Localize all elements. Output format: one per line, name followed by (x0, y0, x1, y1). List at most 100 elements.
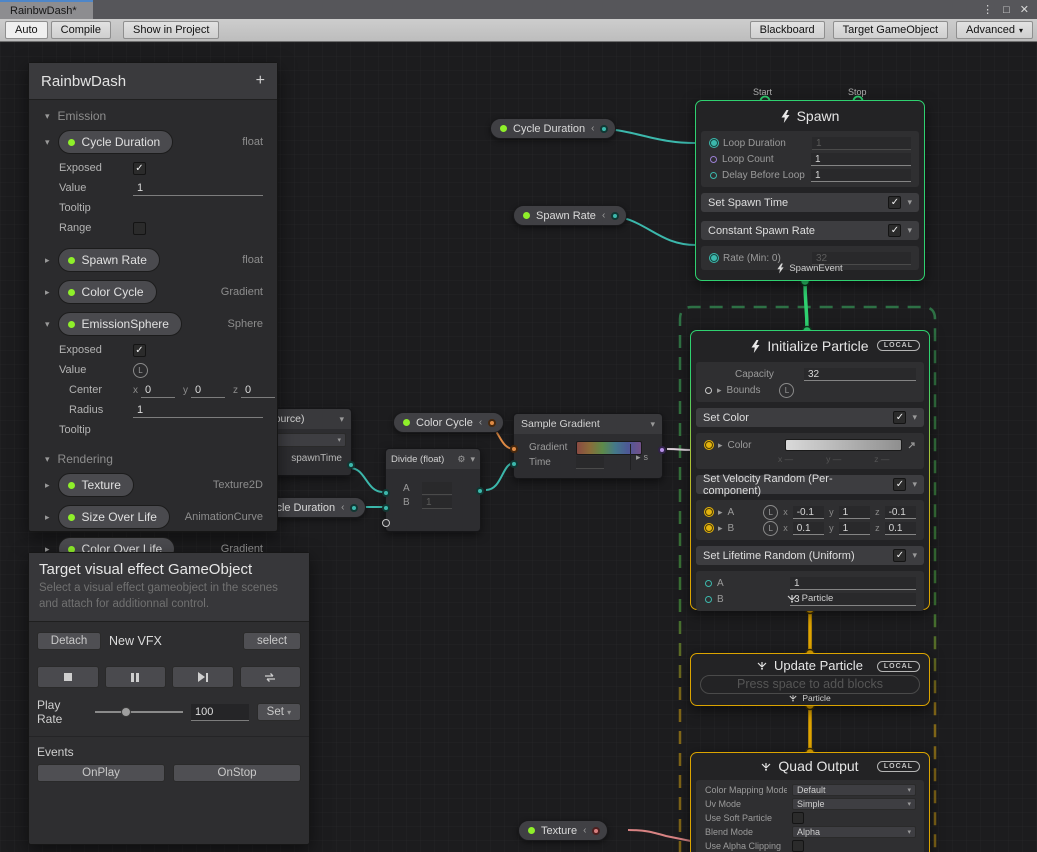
loop-duration-port[interactable] (710, 139, 718, 147)
parameter-pill[interactable]: Texture (58, 473, 134, 497)
exposed-checkbox[interactable]: ✓ (133, 344, 146, 357)
add-blocks-placeholder[interactable]: Press space to add blocks (700, 675, 920, 694)
range-checkbox[interactable] (133, 222, 146, 235)
update-particle-node[interactable]: Update Particle LOCAL Press space to add… (690, 653, 930, 706)
param-output-port[interactable] (611, 212, 619, 220)
velocity-a-y-field[interactable]: 1 (839, 506, 870, 519)
edge-spawntime-to-divide-a[interactable] (350, 468, 383, 492)
blend-mode-dropdown[interactable]: Alpha▾ (792, 826, 916, 838)
exposed-checkbox[interactable]: ✓ (133, 162, 146, 175)
step-button[interactable] (172, 666, 234, 688)
set-color-block[interactable]: Set Color ✓ ▾ (696, 408, 924, 427)
param-color-cycle-node[interactable]: Color Cycle ‹ (393, 412, 504, 433)
velocity-a-port[interactable] (705, 508, 713, 516)
center-x-field[interactable]: 0 (141, 383, 175, 398)
loop-count-field[interactable]: 1 (811, 153, 911, 166)
velocity-b-y-field[interactable]: 1 (839, 522, 870, 535)
gear-icon[interactable]: ⚙ (457, 454, 465, 465)
slider-handle[interactable] (121, 707, 131, 717)
chevron-down-icon[interactable]: ▾ (339, 414, 344, 425)
graph-canvas[interactable]: Start Stop Spawn Loop Duration 1 Loop Co… (0, 42, 1037, 852)
link-icon[interactable]: L (763, 521, 778, 536)
divide-output-port[interactable] (476, 487, 484, 495)
param-texture-node[interactable]: Texture ‹ (518, 820, 608, 841)
category-emission[interactable]: ▾ Emission (29, 100, 277, 126)
bb-item-color-cycle[interactable]: ▸ Color Cycle Gradient (29, 276, 277, 308)
lifetime-a-port[interactable] (705, 580, 712, 587)
pause-button[interactable] (105, 666, 167, 688)
divide-b-field[interactable]: 1 (422, 496, 452, 509)
sample-gradient-gradient-port[interactable] (510, 445, 518, 453)
center-y-field[interactable]: 0 (191, 383, 225, 398)
set-spawn-time-checkbox[interactable]: ✓ (888, 196, 901, 209)
edge-sample-gradient-to-color[interactable] (667, 449, 691, 450)
expander-icon[interactable]: ▸ (636, 452, 641, 463)
initialize-particle-node[interactable]: Initialize Particle LOCAL Capacity 32 ▸ … (690, 330, 930, 610)
bb-item-texture[interactable]: ▸ Texture Texture2D (29, 469, 277, 501)
chevron-down-icon[interactable]: ▾ (45, 319, 50, 330)
onstop-button[interactable]: OnStop (173, 764, 301, 782)
tab-rainbwdash[interactable]: RainbwDash* (0, 0, 93, 19)
chevron-down-icon[interactable]: ▾ (45, 137, 50, 148)
lifetime-a-field[interactable]: 1 (790, 577, 916, 590)
auto-button[interactable]: Auto (5, 21, 48, 39)
play-rate-field[interactable]: 100 (191, 704, 249, 721)
kebab-menu-icon[interactable]: ⋮ (982, 3, 993, 16)
velocity-b-z-field[interactable]: 0.1 (885, 522, 916, 535)
add-parameter-button[interactable]: + (256, 72, 265, 90)
compile-button[interactable]: Compile (51, 21, 111, 39)
target-gameobject-panel[interactable]: Target visual effect GameObject Select a… (28, 552, 310, 845)
expander-icon[interactable]: ▸ (718, 440, 723, 451)
target-gameobject-toggle-button[interactable]: Target GameObject (833, 21, 948, 39)
parameter-pill[interactable]: EmissionSphere (58, 312, 182, 336)
onplay-button[interactable]: OnPlay (37, 764, 165, 782)
color-gradient-field[interactable] (785, 439, 902, 451)
expander-icon[interactable]: ▸ (717, 385, 722, 396)
color-port[interactable] (705, 441, 713, 449)
chevron-right-icon[interactable]: ▸ (45, 480, 50, 491)
blackboard-toggle-button[interactable]: Blackboard (750, 21, 825, 39)
set-lifetime-checkbox[interactable]: ✓ (893, 549, 906, 562)
parameter-pill[interactable]: Spawn Rate (58, 248, 160, 272)
divide-add-operand-port[interactable] (382, 519, 390, 527)
chevron-down-icon[interactable]: ▾ (907, 225, 912, 236)
chevron-down-icon[interactable]: ▾ (912, 412, 917, 423)
center-z-field[interactable]: 0 (241, 383, 275, 398)
expand-arrow-icon[interactable] (907, 441, 916, 450)
rate-port[interactable] (710, 254, 718, 262)
show-in-project-button[interactable]: Show in Project (123, 21, 219, 39)
maximize-icon[interactable]: □ (1003, 4, 1010, 16)
chevron-down-icon[interactable]: ▾ (907, 197, 912, 208)
velocity-a-z-field[interactable]: -0.1 (885, 506, 916, 519)
uv-mode-dropdown[interactable]: Simple▾ (792, 798, 916, 810)
radius-field[interactable]: 1 (133, 403, 263, 418)
chevron-down-icon[interactable]: ▾ (45, 111, 50, 122)
use-alpha-clipping-checkbox[interactable] (792, 840, 804, 852)
capacity-field[interactable]: 32 (804, 368, 916, 381)
restart-button[interactable] (240, 666, 302, 688)
parameter-pill[interactable]: Size Over Life (58, 505, 170, 529)
stop-button[interactable] (37, 666, 99, 688)
set-velocity-random-block[interactable]: Set Velocity Random (Per-component) ✓ ▾ (696, 475, 924, 494)
velocity-a-x-field[interactable]: -0.1 (793, 506, 824, 519)
delay-before-loop-field[interactable]: 1 (811, 169, 911, 182)
parameter-pill[interactable]: Cycle Duration (58, 130, 174, 154)
sample-gradient-output-port[interactable] (658, 446, 666, 454)
blackboard-panel[interactable]: RainbwDash + ▾ Emission ▾ Cycle Duration… (28, 62, 278, 532)
set-color-checkbox[interactable]: ✓ (893, 411, 906, 424)
edge-divide-to-sample-gradient-time[interactable] (486, 463, 514, 490)
edge-spawn-to-initialize[interactable] (805, 281, 807, 331)
loop-count-port[interactable] (710, 156, 717, 163)
collapse-icon[interactable]: ‹ (341, 502, 344, 513)
bb-item-emission-sphere[interactable]: ▾ EmissionSphere Sphere (29, 308, 277, 340)
collapse-icon[interactable]: ‹ (583, 825, 586, 836)
param-output-port[interactable] (592, 827, 600, 835)
loop-duration-field[interactable]: 1 (812, 137, 911, 150)
velocity-b-x-field[interactable]: 0.1 (793, 522, 824, 535)
chevron-down-icon[interactable]: ▾ (470, 454, 475, 465)
quad-output-node[interactable]: Quad Output LOCAL Color Mapping Mode Def… (690, 752, 930, 852)
bb-item-size-over-life[interactable]: ▸ Size Over Life AnimationCurve (29, 501, 277, 533)
chevron-down-icon[interactable]: ▾ (45, 454, 50, 465)
chevron-right-icon[interactable]: ▸ (45, 287, 50, 298)
value-field[interactable]: 1 (133, 181, 263, 196)
